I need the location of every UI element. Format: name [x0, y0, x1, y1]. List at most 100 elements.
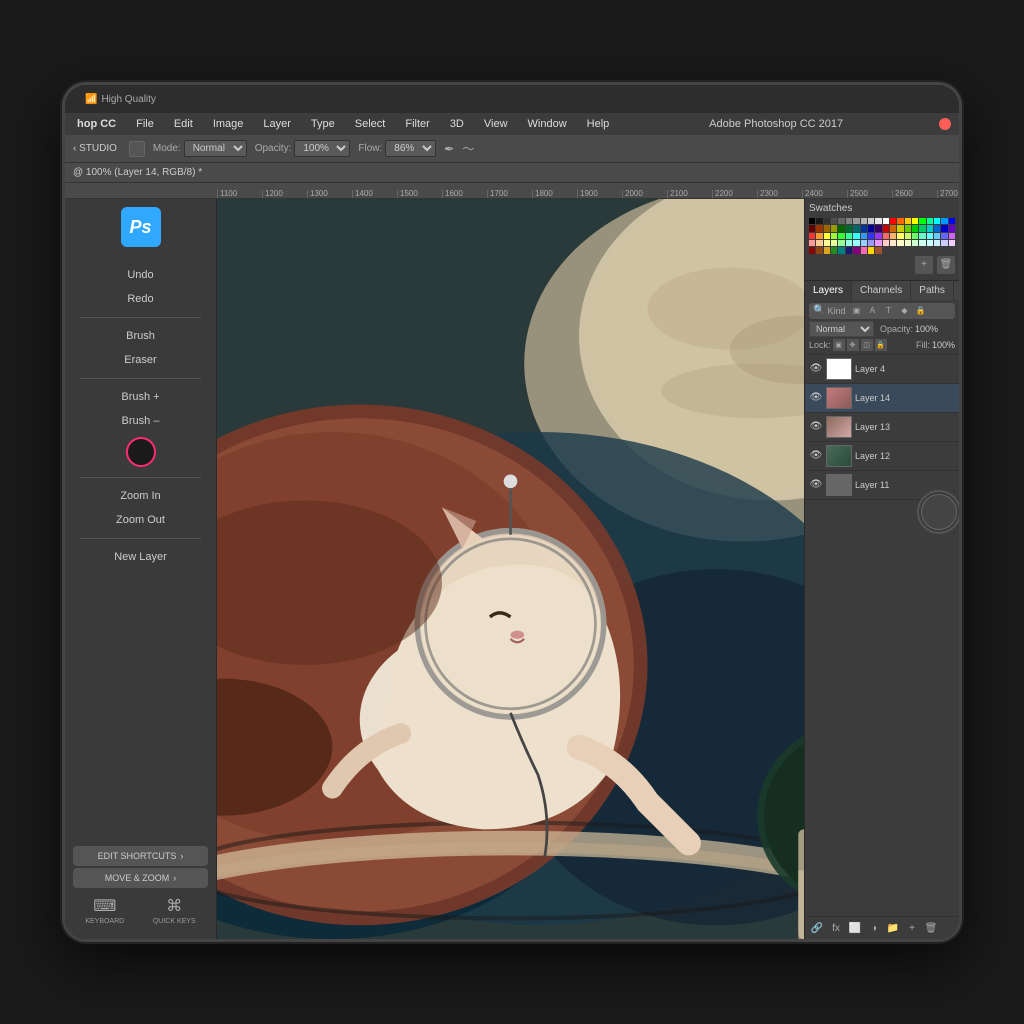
- swatch[interactable]: [838, 240, 844, 246]
- swatch[interactable]: [927, 218, 933, 224]
- swatch[interactable]: [890, 218, 896, 224]
- menu-item-layer[interactable]: Layer: [259, 118, 295, 130]
- swatch[interactable]: [824, 225, 830, 231]
- swatch[interactable]: [824, 218, 830, 224]
- swatch[interactable]: [809, 225, 815, 231]
- brush-increase-button[interactable]: Brush +: [65, 385, 216, 409]
- pixel-icon[interactable]: ▣: [849, 304, 863, 318]
- tab-channels[interactable]: Channels: [852, 281, 911, 300]
- new-layer-button[interactable]: New Layer: [65, 545, 216, 569]
- swatch[interactable]: [919, 240, 925, 246]
- layer-item-14[interactable]: 👁 Layer 14: [805, 384, 959, 413]
- swatch[interactable]: [905, 233, 911, 239]
- swatch[interactable]: [912, 225, 918, 231]
- swatch[interactable]: [809, 233, 815, 239]
- tab-layers[interactable]: Layers: [805, 281, 852, 300]
- lock-artboard[interactable]: ◫: [861, 339, 873, 351]
- swatch[interactable]: [861, 240, 867, 246]
- mode-dropdown[interactable]: Normal: [184, 140, 247, 157]
- swatch[interactable]: [838, 225, 844, 231]
- brush-decrease-button[interactable]: Brush –: [65, 409, 216, 433]
- swatch[interactable]: [949, 233, 955, 239]
- swatch[interactable]: [934, 218, 940, 224]
- layer-13-visibility[interactable]: 👁: [809, 420, 823, 434]
- swatch[interactable]: [927, 225, 933, 231]
- swatch[interactable]: [949, 225, 955, 231]
- swatch[interactable]: [853, 247, 859, 253]
- menu-item-window[interactable]: Window: [524, 118, 571, 130]
- swatch[interactable]: [919, 225, 925, 231]
- layer-item-13[interactable]: 👁 Layer 13: [805, 413, 959, 442]
- menu-item-edit[interactable]: Edit: [170, 118, 197, 130]
- swatch[interactable]: [816, 233, 822, 239]
- swatch[interactable]: [868, 247, 874, 253]
- swatch[interactable]: [897, 218, 903, 224]
- swatch[interactable]: [831, 240, 837, 246]
- swatch[interactable]: [846, 218, 852, 224]
- swatch[interactable]: [875, 233, 881, 239]
- swatch[interactable]: [846, 225, 852, 231]
- swatch[interactable]: [831, 247, 837, 253]
- swatch[interactable]: [919, 218, 925, 224]
- layer-add-icon[interactable]: +: [904, 920, 920, 936]
- swatch[interactable]: [838, 247, 844, 253]
- opacity-dropdown[interactable]: 100%: [294, 140, 350, 157]
- swatch[interactable]: [838, 218, 844, 224]
- swatch[interactable]: [853, 233, 859, 239]
- swatch[interactable]: [941, 225, 947, 231]
- brush-button[interactable]: Brush: [65, 324, 216, 348]
- menu-item-help[interactable]: Help: [583, 118, 614, 130]
- undo-button[interactable]: Undo: [65, 263, 216, 287]
- swatch[interactable]: [824, 233, 830, 239]
- swatch[interactable]: [949, 240, 955, 246]
- layer-mask-icon[interactable]: ⬜: [847, 920, 863, 936]
- keyboard-button[interactable]: ⌨ KEYBOARD: [85, 896, 124, 925]
- swatch[interactable]: [941, 218, 947, 224]
- swatch[interactable]: [868, 218, 874, 224]
- swatch[interactable]: [868, 240, 874, 246]
- swatch[interactable]: [875, 240, 881, 246]
- swatch[interactable]: [861, 233, 867, 239]
- swatch[interactable]: [824, 240, 830, 246]
- layer-delete-icon[interactable]: 🗑: [923, 920, 939, 936]
- menu-item-view[interactable]: View: [480, 118, 512, 130]
- swatch[interactable]: [861, 218, 867, 224]
- swatch[interactable]: [927, 240, 933, 246]
- layer-4-visibility[interactable]: 👁: [809, 362, 823, 376]
- swatch[interactable]: [912, 218, 918, 224]
- swatch[interactable]: [816, 247, 822, 253]
- swatch[interactable]: [838, 233, 844, 239]
- swatch[interactable]: [883, 240, 889, 246]
- swatch[interactable]: [816, 240, 822, 246]
- swatch[interactable]: [934, 233, 940, 239]
- swatch[interactable]: [883, 225, 889, 231]
- swatch[interactable]: [875, 218, 881, 224]
- tab-paths[interactable]: Paths: [911, 281, 954, 300]
- swatch[interactable]: [816, 218, 822, 224]
- swatch[interactable]: [883, 218, 889, 224]
- swatch[interactable]: [809, 240, 815, 246]
- swatch[interactable]: [897, 225, 903, 231]
- menu-item-3d[interactable]: 3D: [446, 118, 468, 130]
- menu-item-type[interactable]: Type: [307, 118, 339, 130]
- swatch[interactable]: [846, 247, 852, 253]
- swatch[interactable]: [824, 247, 830, 253]
- swatch[interactable]: [816, 225, 822, 231]
- zoom-in-button[interactable]: Zoom In: [65, 484, 216, 508]
- menu-item-app[interactable]: hop CC: [73, 118, 120, 130]
- swatch[interactable]: [897, 240, 903, 246]
- swatch[interactable]: [934, 225, 940, 231]
- swatch[interactable]: [912, 233, 918, 239]
- edit-shortcuts-button[interactable]: EDIT SHORTCUTS ›: [73, 846, 209, 866]
- swatch[interactable]: [912, 240, 918, 246]
- layer-link-icon[interactable]: 🔗: [809, 920, 825, 936]
- swatch[interactable]: [897, 233, 903, 239]
- swatch[interactable]: [875, 247, 881, 253]
- menu-item-select[interactable]: Select: [351, 118, 390, 130]
- eraser-button[interactable]: Eraser: [65, 348, 216, 372]
- zoom-out-button[interactable]: Zoom Out: [65, 508, 216, 532]
- swatch[interactable]: [861, 247, 867, 253]
- layer-11-visibility[interactable]: 👁: [809, 478, 823, 492]
- layer-item-4[interactable]: 👁 Layer 4: [805, 355, 959, 384]
- move-zoom-button[interactable]: MOVE & ZOOM ›: [73, 868, 209, 888]
